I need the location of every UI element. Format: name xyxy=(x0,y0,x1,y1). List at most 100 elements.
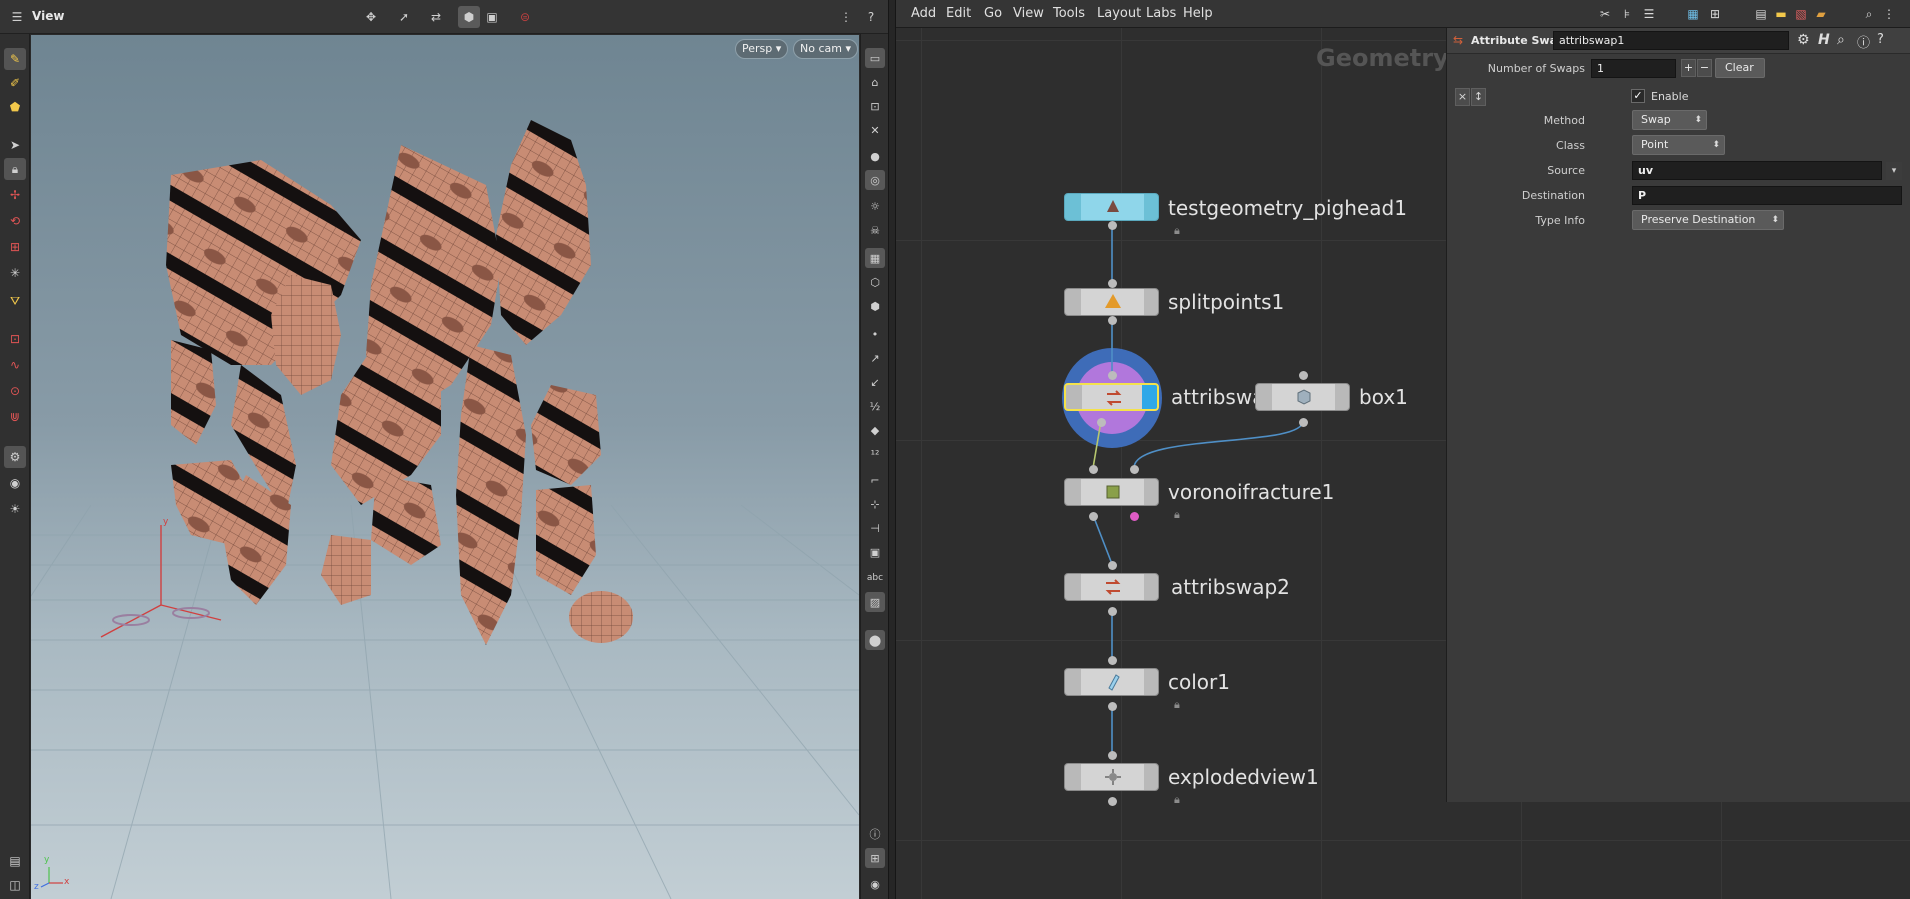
camera-select-menu[interactable]: No cam ▾ xyxy=(793,39,858,59)
grid-icon[interactable]: ⊞ xyxy=(1706,5,1724,23)
scale-icon[interactable]: ⊞ xyxy=(4,236,26,258)
snap-point-icon[interactable]: ⊙ xyxy=(4,380,26,402)
light-bulb-icon[interactable]: ☼ xyxy=(865,196,885,216)
network-settings-icon[interactable]: ⋮ xyxy=(1880,5,1898,23)
menu-tools[interactable]: Tools xyxy=(1053,6,1085,21)
lock-icon[interactable]: 🔒︎ xyxy=(1174,224,1180,238)
node-voronoifracture1[interactable] xyxy=(1064,478,1159,506)
source-dropdown-icon[interactable]: ▾ xyxy=(1886,162,1902,180)
record-icon[interactable]: ⊜ xyxy=(514,6,536,28)
background-icon[interactable]: ▦ xyxy=(865,248,885,268)
folder-icon[interactable]: ▰ xyxy=(1812,5,1830,23)
network-box-icon[interactable]: ▤ xyxy=(1752,5,1770,23)
pivot-icon[interactable]: ⛛ xyxy=(4,290,26,312)
layout-icon[interactable]: ⚙ xyxy=(4,446,26,468)
home-view-icon[interactable]: ⌂ xyxy=(865,72,885,92)
class-menu[interactable]: Point ⬍ xyxy=(1632,135,1725,155)
camera-view-menu[interactable]: Persp ▾ xyxy=(735,39,789,59)
menu-view[interactable]: View xyxy=(1013,6,1044,21)
tag-icon[interactable]: ⬟ xyxy=(4,96,26,118)
node-label-box1[interactable]: box1 xyxy=(1359,385,1408,409)
houdini-help-icon[interactable]: H xyxy=(1818,32,1830,48)
output-port[interactable] xyxy=(1089,512,1098,521)
lock-view-icon[interactable]: ⊡ xyxy=(865,96,885,116)
light-icon[interactable]: ☀ xyxy=(4,498,26,520)
snap-icon[interactable]: ⬢ xyxy=(458,6,480,28)
remove-instance-button[interactable]: × xyxy=(1455,88,1470,106)
output-port[interactable] xyxy=(1108,607,1117,616)
input-port[interactable] xyxy=(1089,465,1098,474)
output-port[interactable] xyxy=(1299,418,1308,427)
node-label-color1[interactable]: color1 xyxy=(1168,670,1230,694)
selection-icon[interactable]: ▣ xyxy=(865,542,885,562)
brush-icon[interactable]: ✎ xyxy=(4,48,26,70)
input-port[interactable] xyxy=(1130,465,1139,474)
num-swaps-field[interactable]: 1 xyxy=(1591,59,1676,78)
render-icon[interactable]: ▤ xyxy=(4,850,26,872)
toolbar-settings-icon[interactable]: ⋮ xyxy=(835,6,857,28)
node-label-attribswap2[interactable]: attribswap2 xyxy=(1171,575,1290,599)
color-palette-icon[interactable]: ▦ xyxy=(1684,5,1702,23)
search-icon[interactable]: ⌕ xyxy=(1860,5,1878,23)
menu-labs[interactable]: Labs xyxy=(1146,6,1176,21)
node-label-splitpoints1[interactable]: splitpoints1 xyxy=(1168,290,1284,314)
lock-icon[interactable]: 🔒︎ xyxy=(1174,508,1180,522)
close-view-icon[interactable]: ✕ xyxy=(865,120,885,140)
snap-grid-icon[interactable]: ⊡ xyxy=(4,328,26,350)
menu-edit[interactable]: Edit xyxy=(946,6,971,21)
shading-icon[interactable]: ● xyxy=(865,146,885,166)
input-port[interactable] xyxy=(1108,371,1117,380)
flipbook-icon[interactable]: ◫ xyxy=(4,874,26,896)
node-explodedview1[interactable] xyxy=(1064,763,1159,791)
wrench-icon[interactable]: ✂ xyxy=(1596,5,1614,23)
add-swap-button[interactable]: + xyxy=(1681,59,1696,77)
ghost-icon[interactable]: ⬡ xyxy=(865,272,885,292)
point-display-icon[interactable]: • xyxy=(865,324,885,344)
3d-viewport[interactable]: y y x z Persp ▾ No cam ▾ xyxy=(31,35,859,899)
normals-icon[interactable]: ↗ xyxy=(865,348,885,368)
view-tool-icon[interactable]: ✥ xyxy=(360,6,382,28)
search-params-icon[interactable]: ⌕ xyxy=(1837,32,1845,48)
magnet-icon[interactable]: ⋓ xyxy=(4,406,26,428)
display-options-icon[interactable]: ▣ xyxy=(481,6,503,28)
node-attribswap1[interactable] xyxy=(1064,383,1159,411)
help-icon[interactable]: ? xyxy=(860,6,882,28)
info-icon[interactable]: ⓘ xyxy=(1857,32,1870,51)
transform-tool-icon[interactable]: ⇄ xyxy=(425,6,447,28)
lock-icon[interactable]: 🔒︎ xyxy=(4,158,26,180)
prim-icon[interactable]: ◆ xyxy=(865,420,885,440)
template-icon[interactable]: ⬢ xyxy=(865,296,885,316)
select-tool-icon[interactable]: ➚ xyxy=(393,6,415,28)
vector-icon[interactable]: ↙ xyxy=(865,372,885,392)
tree-view-icon[interactable]: ⊧ xyxy=(1618,5,1636,23)
grid-display-icon[interactable]: ⊹ xyxy=(865,494,885,514)
input-port[interactable] xyxy=(1108,751,1117,760)
eye-icon[interactable]: ◉ xyxy=(865,874,885,894)
node-label-voronoifracture1[interactable]: voronoifracture1 xyxy=(1168,480,1334,504)
text-label-icon[interactable]: abc xyxy=(865,568,885,588)
input-port[interactable] xyxy=(1108,656,1117,665)
menu-layout[interactable]: Layout xyxy=(1097,6,1141,21)
menu-help[interactable]: Help xyxy=(1183,6,1213,21)
lock-icon[interactable]: 🔒︎ xyxy=(1174,698,1180,712)
output-port[interactable] xyxy=(1108,221,1117,230)
output-port[interactable] xyxy=(1108,702,1117,711)
move-instance-button[interactable]: ↕ xyxy=(1471,88,1486,106)
prim-numbers-icon[interactable]: ¹² xyxy=(865,444,885,464)
quad-view-icon[interactable]: ⊞ xyxy=(865,848,885,868)
skull-icon[interactable]: ☠ xyxy=(865,220,885,240)
menu-add[interactable]: Add xyxy=(911,6,936,21)
input-port[interactable] xyxy=(1299,371,1308,380)
input-port[interactable] xyxy=(1108,561,1117,570)
pane-splitter[interactable] xyxy=(888,0,896,899)
menu-go[interactable]: Go xyxy=(984,6,1002,21)
typeinfo-menu[interactable]: Preserve Destination ⬍ xyxy=(1632,210,1784,230)
help-icon[interactable]: ? xyxy=(1877,32,1884,47)
gear-icon[interactable]: ⚙ xyxy=(1797,32,1810,48)
node-label-explodedview1[interactable]: explodedview1 xyxy=(1168,765,1319,789)
method-menu[interactable]: Swap ⬍ xyxy=(1632,110,1707,130)
remove-swap-button[interactable]: − xyxy=(1697,59,1712,77)
sticky-note-icon[interactable]: ▬ xyxy=(1772,5,1790,23)
output-port[interactable] xyxy=(1130,512,1139,521)
rotate-icon[interactable]: ⟲ xyxy=(4,210,26,232)
